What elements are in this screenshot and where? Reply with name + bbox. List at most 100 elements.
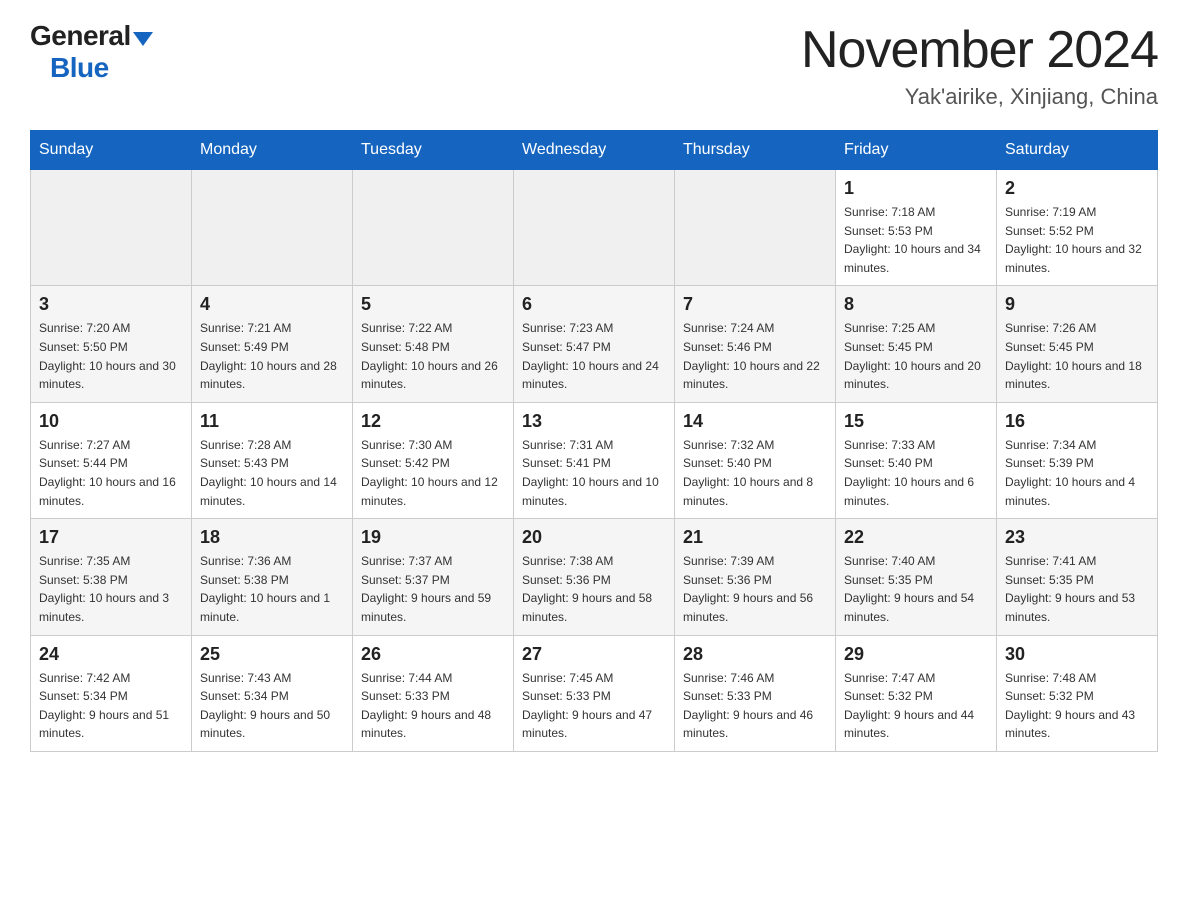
sun-info: Sunrise: 7:24 AMSunset: 5:46 PMDaylight:… — [683, 319, 827, 393]
logo: General Blue — [30, 20, 153, 84]
calendar-week-2: 3 Sunrise: 7:20 AMSunset: 5:50 PMDaylight… — [31, 286, 1158, 402]
title-area: November 2024 Yak'airike, Xinjiang, Chin… — [801, 20, 1158, 110]
day-number: 14 — [683, 411, 827, 432]
sun-info: Sunrise: 7:26 AMSunset: 5:45 PMDaylight:… — [1005, 319, 1149, 393]
calendar-cell: 25 Sunrise: 7:43 AMSunset: 5:34 PMDayligh… — [192, 635, 353, 751]
day-number: 5 — [361, 294, 505, 315]
weekday-header-row: SundayMondayTuesdayWednesdayThursdayFrid… — [31, 131, 1158, 170]
calendar-cell: 4 Sunrise: 7:21 AMSunset: 5:49 PMDaylight… — [192, 286, 353, 402]
sun-info: Sunrise: 7:39 AMSunset: 5:36 PMDaylight:… — [683, 552, 827, 626]
sun-info: Sunrise: 7:44 AMSunset: 5:33 PMDaylight:… — [361, 669, 505, 743]
calendar-cell — [675, 170, 836, 286]
sun-info: Sunrise: 7:45 AMSunset: 5:33 PMDaylight:… — [522, 669, 666, 743]
day-number: 18 — [200, 527, 344, 548]
sun-info: Sunrise: 7:27 AMSunset: 5:44 PMDaylight:… — [39, 436, 183, 510]
calendar-cell — [192, 170, 353, 286]
day-number: 29 — [844, 644, 988, 665]
calendar-cell: 23Sunrise: 7:41 AMSunset: 5:35 PMDayligh… — [997, 519, 1158, 635]
day-number: 8 — [844, 294, 988, 315]
calendar-cell: 22Sunrise: 7:40 AMSunset: 5:35 PMDayligh… — [836, 519, 997, 635]
calendar-cell: 9Sunrise: 7:26 AMSunset: 5:45 PMDaylight… — [997, 286, 1158, 402]
calendar-cell: 13Sunrise: 7:31 AMSunset: 5:41 PMDayligh… — [514, 402, 675, 518]
day-number: 20 — [522, 527, 666, 548]
calendar-cell: 20 Sunrise: 7:38 AMSunset: 5:36 PMDayligh… — [514, 519, 675, 635]
day-number: 12 — [361, 411, 505, 432]
logo-blue-row: Blue — [30, 52, 109, 84]
calendar-cell: 30 Sunrise: 7:48 AMSunset: 5:32 PMDayligh… — [997, 635, 1158, 751]
day-number: 22 — [844, 527, 988, 548]
day-number: 25 — [200, 644, 344, 665]
day-number: 21 — [683, 527, 827, 548]
weekday-header-sunday: Sunday — [31, 131, 192, 170]
day-number: 11 — [200, 411, 344, 432]
calendar-cell: 24Sunrise: 7:42 AMSunset: 5:34 PMDayligh… — [31, 635, 192, 751]
weekday-header-monday: Monday — [192, 131, 353, 170]
logo-blue-text: Blue — [30, 52, 109, 83]
day-number: 15 — [844, 411, 988, 432]
day-number: 27 — [522, 644, 666, 665]
calendar-cell: 5 Sunrise: 7:22 AMSunset: 5:48 PMDaylight… — [353, 286, 514, 402]
calendar-table: SundayMondayTuesdayWednesdayThursdayFrid… — [30, 130, 1158, 752]
location-text: Yak'airike, Xinjiang, China — [801, 84, 1158, 110]
calendar-cell: 11 Sunrise: 7:28 AMSunset: 5:43 PMDayligh… — [192, 402, 353, 518]
sun-info: Sunrise: 7:21 AMSunset: 5:49 PMDaylight:… — [200, 319, 344, 393]
calendar-cell: 18 Sunrise: 7:36 AMSunset: 5:38 PMDayligh… — [192, 519, 353, 635]
day-number: 6 — [522, 294, 666, 315]
calendar-cell: 16 Sunrise: 7:34 AMSunset: 5:39 PMDayligh… — [997, 402, 1158, 518]
calendar-cell: 2Sunrise: 7:19 AMSunset: 5:52 PMDaylight… — [997, 170, 1158, 286]
sun-info: Sunrise: 7:38 AMSunset: 5:36 PMDaylight:… — [522, 552, 666, 626]
day-number: 1 — [844, 178, 988, 199]
day-number: 17 — [39, 527, 183, 548]
sun-info: Sunrise: 7:20 AMSunset: 5:50 PMDaylight:… — [39, 319, 183, 393]
logo-general-text: General — [30, 20, 131, 51]
day-number: 16 — [1005, 411, 1149, 432]
page-header: General Blue November 2024 Yak'airike, X… — [30, 20, 1158, 110]
sun-info: Sunrise: 7:48 AMSunset: 5:32 PMDaylight:… — [1005, 669, 1149, 743]
day-number: 30 — [1005, 644, 1149, 665]
calendar-week-5: 24Sunrise: 7:42 AMSunset: 5:34 PMDayligh… — [31, 635, 1158, 751]
weekday-header-friday: Friday — [836, 131, 997, 170]
calendar-cell: 14 Sunrise: 7:32 AMSunset: 5:40 PMDayligh… — [675, 402, 836, 518]
calendar-cell: 27 Sunrise: 7:45 AMSunset: 5:33 PMDayligh… — [514, 635, 675, 751]
calendar-cell: 26Sunrise: 7:44 AMSunset: 5:33 PMDayligh… — [353, 635, 514, 751]
day-number: 28 — [683, 644, 827, 665]
logo-triangle-icon — [133, 32, 153, 46]
calendar-cell: 17 Sunrise: 7:35 AMSunset: 5:38 PMDayligh… — [31, 519, 192, 635]
sun-info: Sunrise: 7:43 AMSunset: 5:34 PMDaylight:… — [200, 669, 344, 743]
sun-info: Sunrise: 7:42 AMSunset: 5:34 PMDaylight:… — [39, 669, 183, 743]
sun-info: Sunrise: 7:47 AMSunset: 5:32 PMDaylight:… — [844, 669, 988, 743]
logo-general-row: General — [30, 20, 153, 52]
calendar-week-4: 17 Sunrise: 7:35 AMSunset: 5:38 PMDayligh… — [31, 519, 1158, 635]
day-number: 3 — [39, 294, 183, 315]
weekday-header-saturday: Saturday — [997, 131, 1158, 170]
calendar-cell: 29 Sunrise: 7:47 AMSunset: 5:32 PMDayligh… — [836, 635, 997, 751]
calendar-cell: 1Sunrise: 7:18 AMSunset: 5:53 PMDaylight… — [836, 170, 997, 286]
day-number: 4 — [200, 294, 344, 315]
sun-info: Sunrise: 7:36 AMSunset: 5:38 PMDaylight:… — [200, 552, 344, 626]
sun-info: Sunrise: 7:32 AMSunset: 5:40 PMDaylight:… — [683, 436, 827, 510]
sun-info: Sunrise: 7:33 AMSunset: 5:40 PMDaylight:… — [844, 436, 988, 510]
calendar-week-1: 1Sunrise: 7:18 AMSunset: 5:53 PMDaylight… — [31, 170, 1158, 286]
calendar-cell — [31, 170, 192, 286]
sun-info: Sunrise: 7:34 AMSunset: 5:39 PMDaylight:… — [1005, 436, 1149, 510]
calendar-cell: 12 Sunrise: 7:30 AMSunset: 5:42 PMDayligh… — [353, 402, 514, 518]
calendar-cell: 28 Sunrise: 7:46 AMSunset: 5:33 PMDayligh… — [675, 635, 836, 751]
sun-info: Sunrise: 7:30 AMSunset: 5:42 PMDaylight:… — [361, 436, 505, 510]
weekday-header-wednesday: Wednesday — [514, 131, 675, 170]
calendar-cell: 10 Sunrise: 7:27 AMSunset: 5:44 PMDayligh… — [31, 402, 192, 518]
day-number: 7 — [683, 294, 827, 315]
weekday-header-tuesday: Tuesday — [353, 131, 514, 170]
calendar-cell: 19Sunrise: 7:37 AMSunset: 5:37 PMDayligh… — [353, 519, 514, 635]
day-number: 13 — [522, 411, 666, 432]
sun-info: Sunrise: 7:22 AMSunset: 5:48 PMDaylight:… — [361, 319, 505, 393]
sun-info: Sunrise: 7:35 AMSunset: 5:38 PMDaylight:… — [39, 552, 183, 626]
day-number: 10 — [39, 411, 183, 432]
sun-info: Sunrise: 7:23 AMSunset: 5:47 PMDaylight:… — [522, 319, 666, 393]
sun-info: Sunrise: 7:28 AMSunset: 5:43 PMDaylight:… — [200, 436, 344, 510]
calendar-cell — [353, 170, 514, 286]
calendar-week-3: 10 Sunrise: 7:27 AMSunset: 5:44 PMDayligh… — [31, 402, 1158, 518]
calendar-cell: 6 Sunrise: 7:23 AMSunset: 5:47 PMDaylight… — [514, 286, 675, 402]
sun-info: Sunrise: 7:46 AMSunset: 5:33 PMDaylight:… — [683, 669, 827, 743]
sun-info: Sunrise: 7:25 AMSunset: 5:45 PMDaylight:… — [844, 319, 988, 393]
sun-info: Sunrise: 7:37 AMSunset: 5:37 PMDaylight:… — [361, 552, 505, 626]
